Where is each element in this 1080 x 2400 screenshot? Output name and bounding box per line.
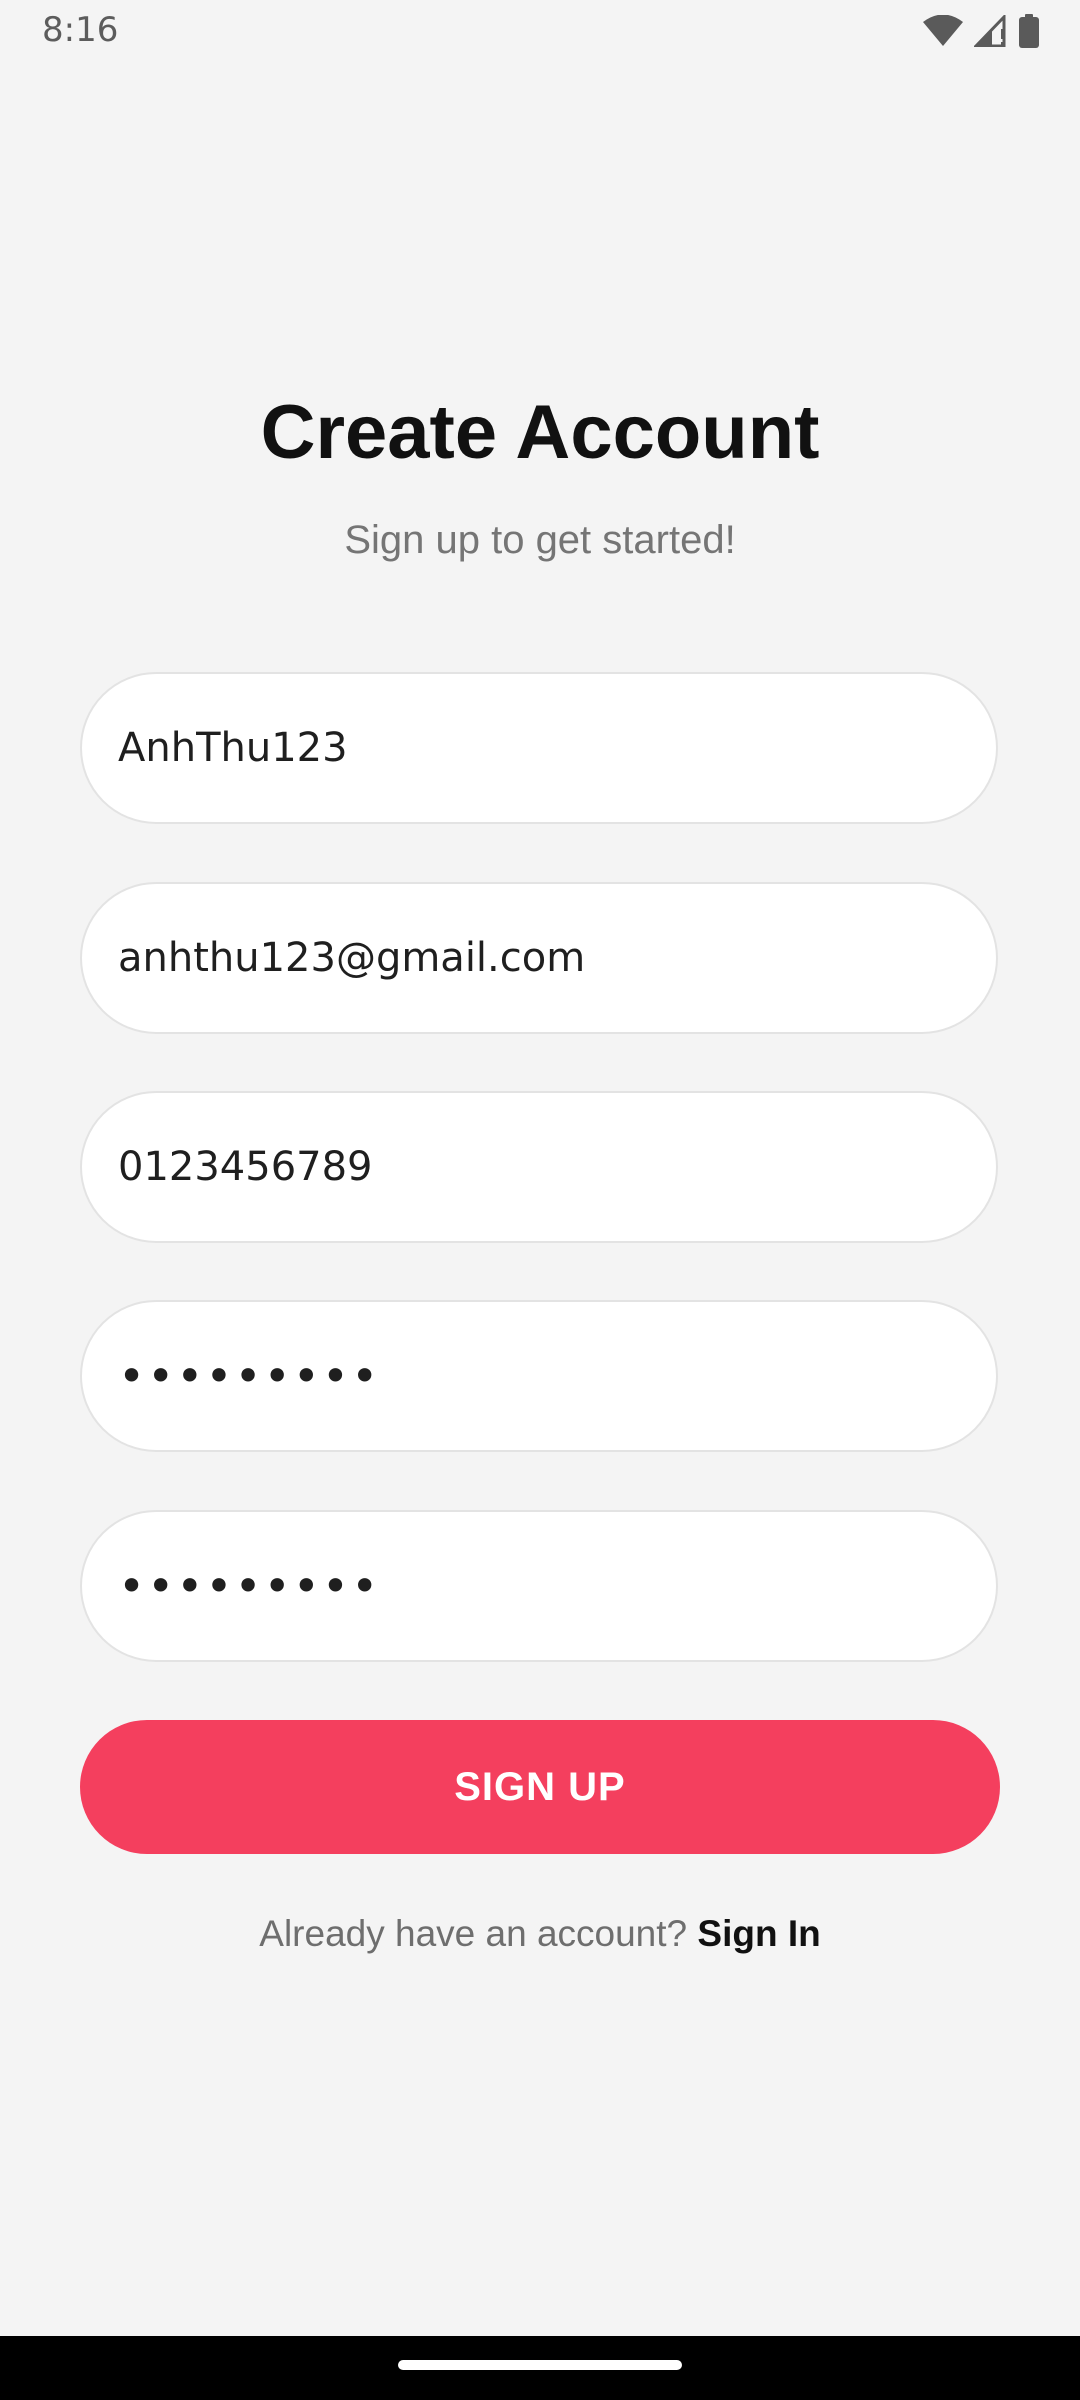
status-icons — [922, 14, 1040, 48]
home-indicator[interactable] — [398, 2360, 682, 2370]
status-time: 8:16 — [42, 10, 119, 50]
username-field[interactable] — [80, 672, 998, 824]
navigation-bar — [0, 2336, 1080, 2400]
page-title: Create Account — [260, 390, 820, 475]
signal-icon — [974, 15, 1006, 47]
sign-in-link[interactable]: Sign In — [697, 1913, 820, 1954]
sign-in-prompt: Already have an account? Sign In — [0, 1908, 1080, 1960]
status-bar: 8:16 — [0, 0, 1080, 62]
sign-up-button[interactable]: SIGN UP — [80, 1720, 1000, 1854]
password-field[interactable] — [80, 1300, 998, 1452]
wifi-icon — [923, 15, 963, 46]
confirm-password-field[interactable] — [80, 1510, 998, 1662]
sign-in-prompt-text: Already have an account? — [259, 1913, 688, 1954]
battery-icon — [1019, 14, 1039, 48]
page-subtitle: Sign up to get started! — [344, 518, 736, 562]
phone-field[interactable] — [80, 1091, 998, 1243]
email-field[interactable] — [80, 882, 998, 1034]
